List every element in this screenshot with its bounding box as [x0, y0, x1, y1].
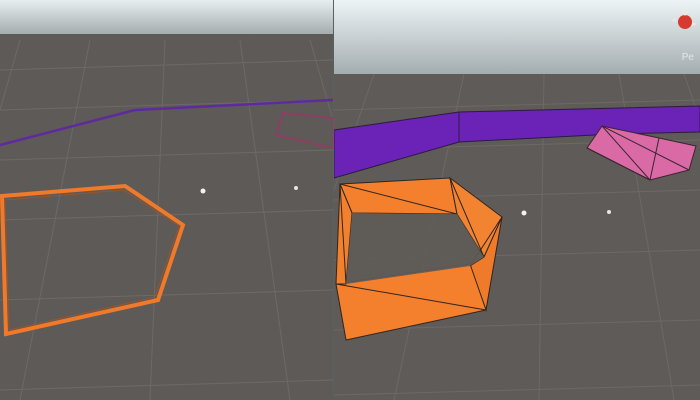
left-scene-svg — [0, 0, 333, 400]
ground-plane — [0, 34, 333, 400]
scene-view-right[interactable]: Pe — [334, 0, 700, 400]
light-marker-left-1 — [200, 188, 206, 194]
light-marker-left-2 — [294, 186, 298, 190]
scene-orientation-gizmo[interactable]: Pe — [670, 2, 698, 66]
scene-view-left[interactable] — [0, 0, 333, 400]
sky — [334, 0, 700, 80]
scene-orientation-gizmo-icon — [671, 10, 697, 29]
right-scene-svg — [334, 0, 700, 400]
light-marker-right-1 — [521, 210, 527, 216]
gizmo-label: Pe — [681, 52, 694, 63]
light-marker-right-2 — [607, 210, 611, 214]
unity-scene-comparison: Pe — [0, 0, 700, 400]
